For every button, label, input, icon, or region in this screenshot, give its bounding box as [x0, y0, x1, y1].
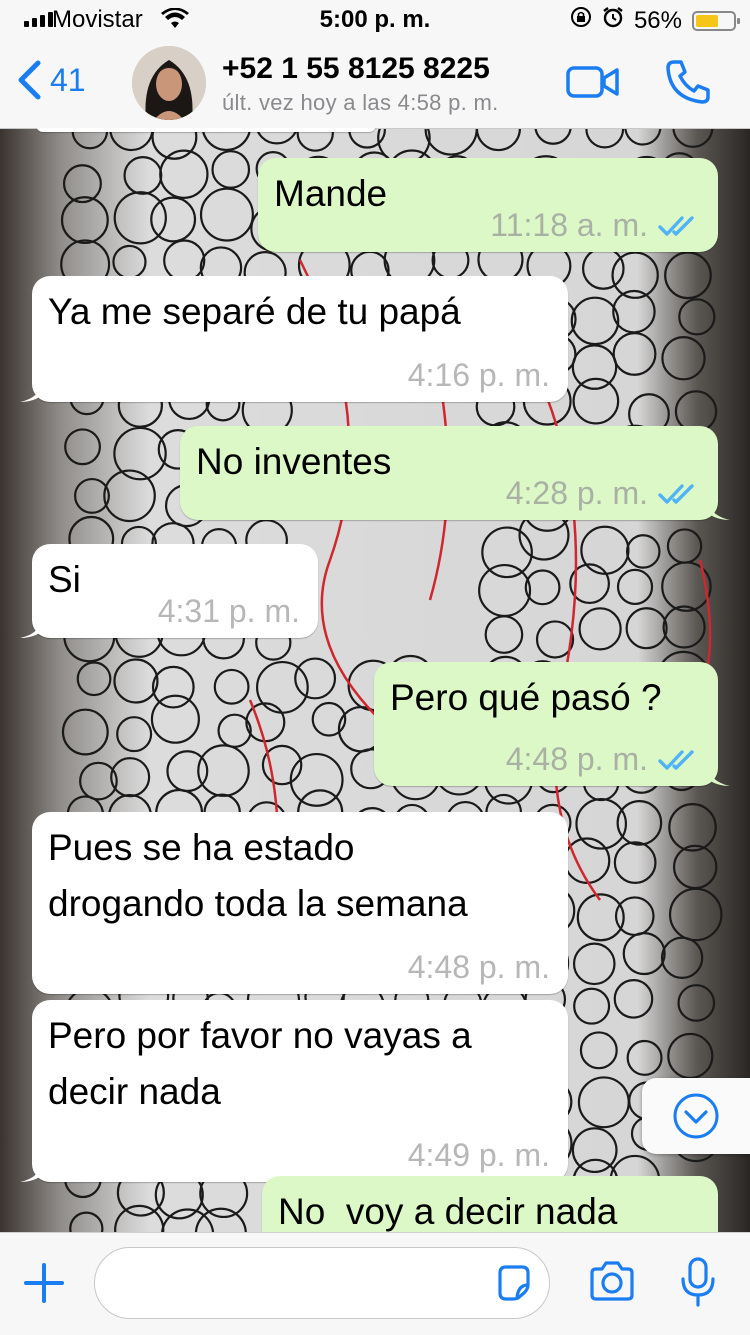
message-text: No voy a decir nada [278, 1191, 618, 1232]
chat-header: 41 +52 1 55 8125 8225 últ. vez hoy a las… [0, 40, 750, 129]
scroll-to-bottom-button[interactable] [642, 1078, 750, 1154]
bubble-tail [20, 380, 44, 402]
bubble-tail [20, 616, 44, 638]
message-bubble-incoming[interactable]: Ya me separé de tu papá 4:16 p. m. [20, 276, 568, 402]
battery-percent: 56% [633, 6, 682, 34]
unread-count: 41 [50, 61, 86, 98]
message-bubble-outgoing[interactable]: Pero qué pasó ? 4:48 p. m. [374, 662, 730, 786]
message-time: 4:31 p. m. [157, 593, 300, 629]
attach-button[interactable] [22, 1261, 66, 1310]
message-text: Pero por favor no vayas a decir nada [48, 1015, 472, 1112]
video-call-icon [566, 66, 619, 98]
avatar[interactable] [132, 46, 206, 120]
message-bubble-incoming[interactable]: Pues se ha estado drogando toda la seman… [32, 812, 568, 994]
microphone-icon [681, 1257, 715, 1307]
camera-icon [590, 1261, 634, 1301]
lock-rotation-icon [570, 6, 592, 35]
bubble-tail [706, 498, 730, 520]
camera-button[interactable] [588, 1259, 636, 1308]
message-time: 4:16 p. m. [407, 357, 550, 393]
message-input[interactable] [94, 1247, 550, 1319]
read-ticks-icon [658, 483, 694, 504]
message-time: 4:48 p. m. [505, 741, 648, 777]
message-bubble-incoming[interactable]: Si 4:31 p. m. [20, 544, 318, 638]
message-bubble-outgoing[interactable]: Mande 11:18 a. m. [258, 158, 718, 252]
last-seen-status: últ. vez hoy a las 4:58 p. m. [222, 90, 499, 115]
message-text: Ya me separé de tu papá [48, 291, 461, 332]
message-time: 4:28 p. m. [505, 475, 648, 511]
message-time: 11:18 a. m. [490, 207, 648, 243]
alarm-icon [602, 6, 624, 35]
status-bar: Movistar 5:00 p. m. 56% [0, 0, 750, 40]
message-bubble-partial [36, 128, 376, 132]
composer-bar [0, 1232, 750, 1335]
message-bubble-incoming[interactable]: Pero por favor no vayas a decir nada 4:4… [20, 1000, 568, 1182]
back-chevron-icon [18, 60, 41, 100]
battery-icon [692, 10, 740, 31]
video-call-button[interactable] [566, 64, 620, 105]
message-text: Pero qué pasó ? [390, 677, 662, 718]
scroll-down-icon [673, 1093, 719, 1139]
contact-name[interactable]: +52 1 55 8125 8225 [222, 52, 490, 86]
read-ticks-icon [658, 215, 694, 236]
plus-icon [24, 1263, 64, 1303]
message-bubble-outgoing[interactable]: No voy a decir nada [262, 1176, 718, 1232]
read-ticks-icon [658, 749, 694, 770]
message-bubble-outgoing[interactable]: No inventes 4:28 p. m. [180, 426, 730, 520]
bubble-tail [20, 1160, 44, 1182]
back-button[interactable]: 41 [16, 60, 86, 100]
voice-call-button[interactable] [664, 58, 712, 111]
message-list[interactable]: Mande 11:18 a. m. Ya me separé de tu pap… [0, 128, 750, 1232]
sticker-button[interactable] [494, 1263, 534, 1308]
bubble-tail [706, 764, 730, 786]
message-text: Pues se ha estado drogando toda la seman… [48, 827, 468, 924]
sticker-icon [498, 1265, 530, 1301]
microphone-button[interactable] [676, 1255, 720, 1316]
phone-icon [666, 60, 710, 104]
message-time: 4:48 p. m. [407, 949, 550, 985]
message-time: 4:49 p. m. [407, 1137, 550, 1173]
